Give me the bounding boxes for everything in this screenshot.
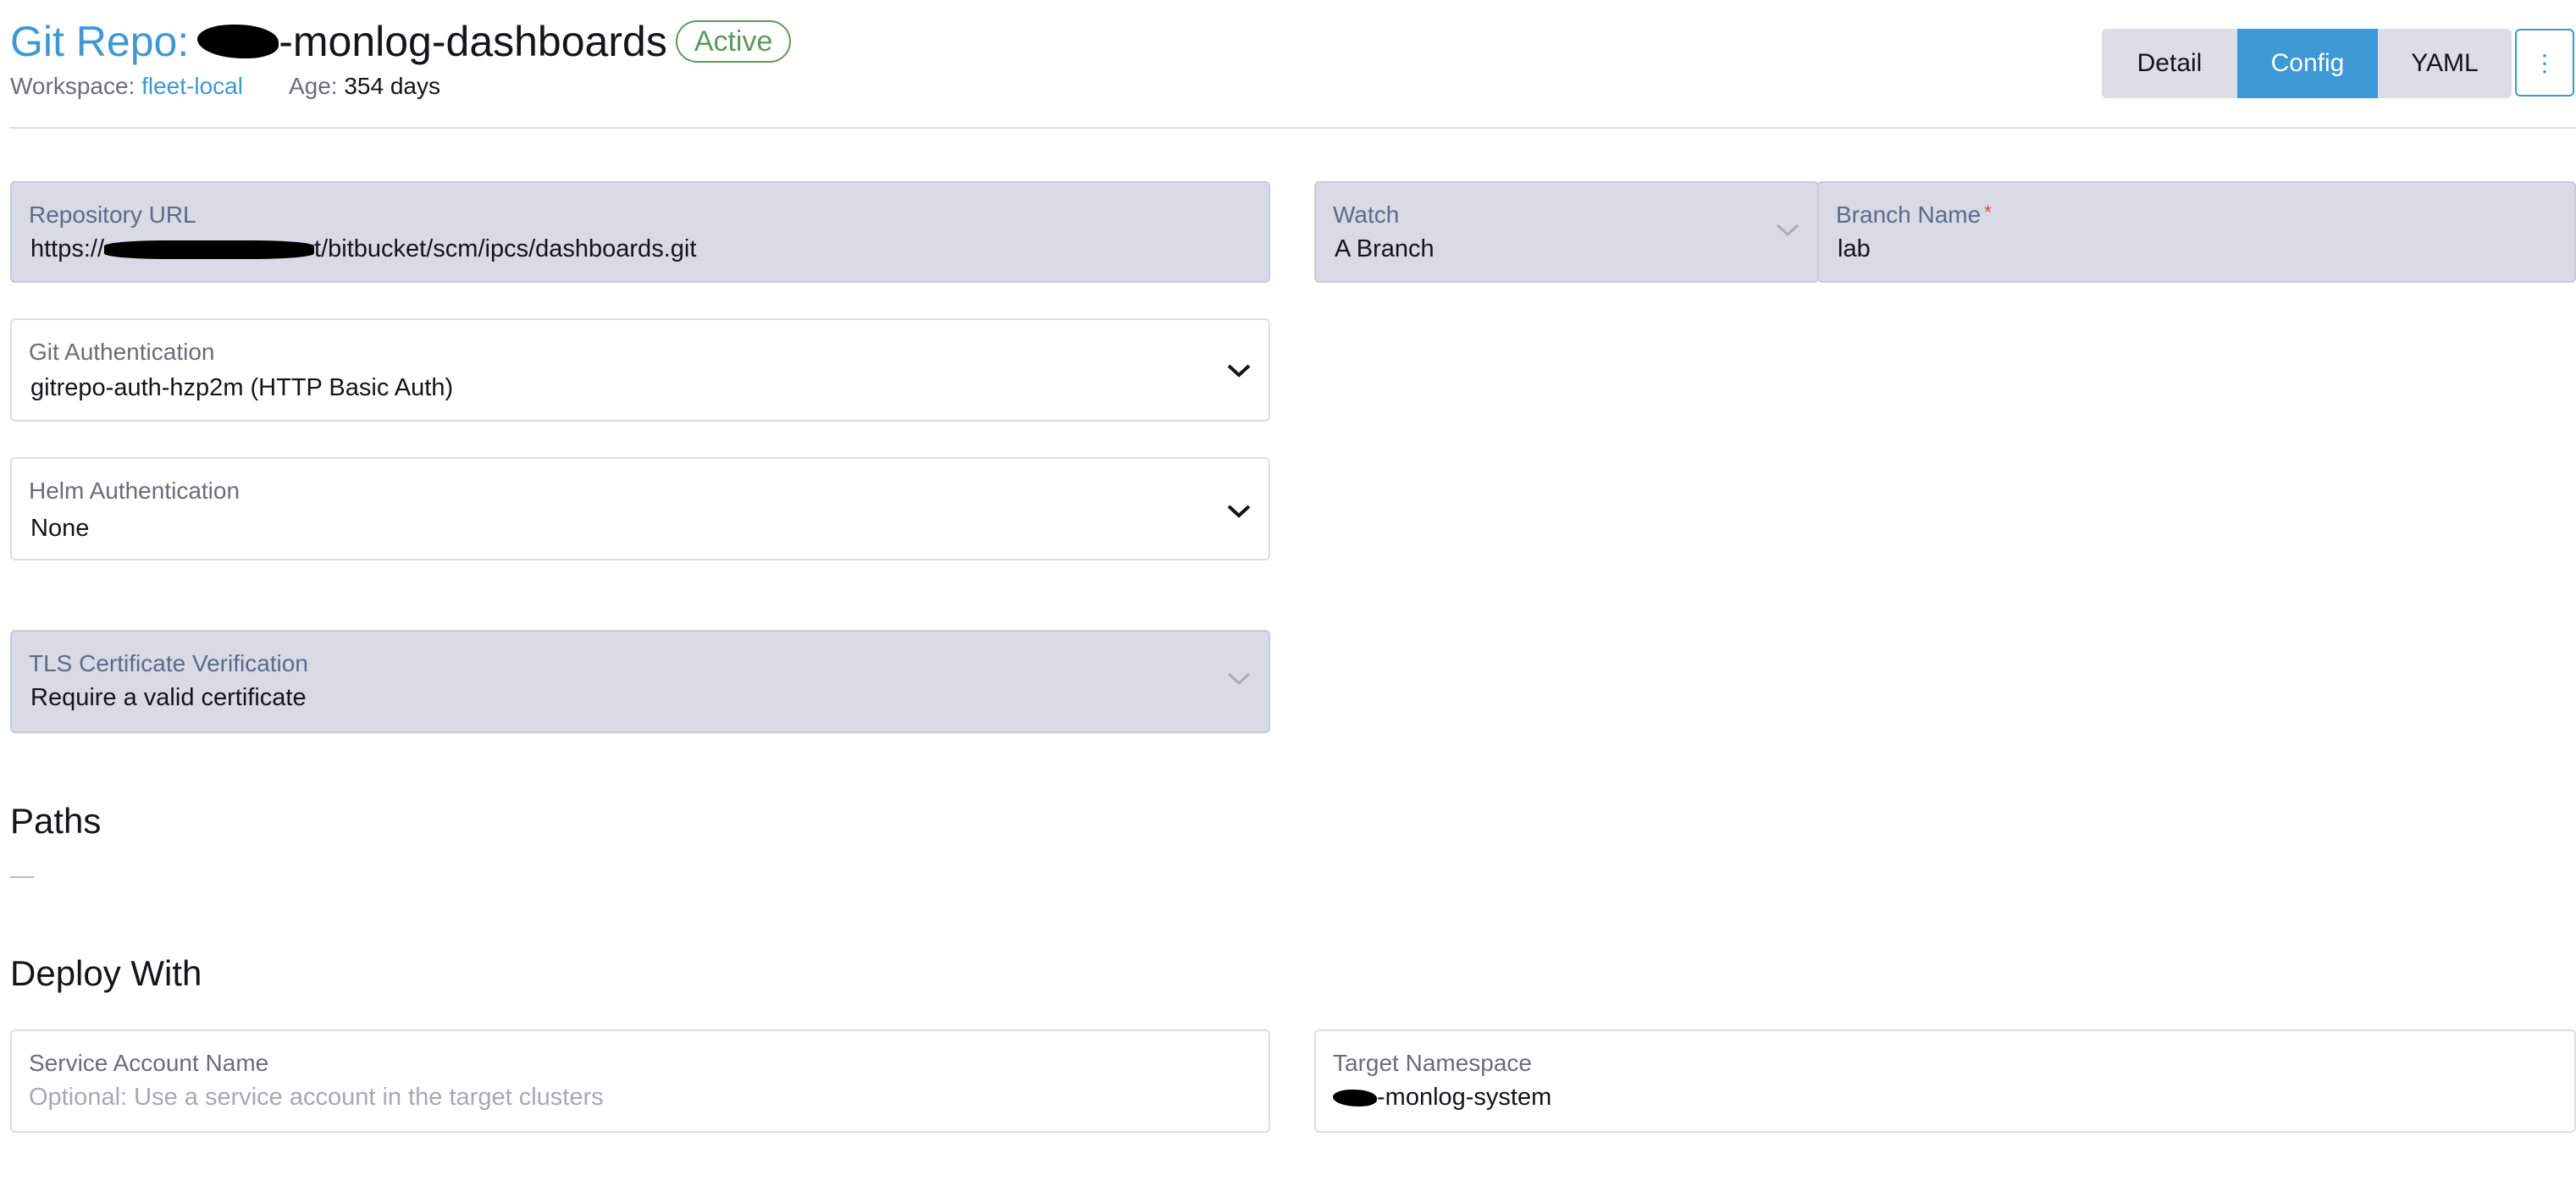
tls-verification-select[interactable]: TLS Certificate Verification Require a v…	[10, 630, 1270, 733]
chevron-down-icon	[1227, 672, 1251, 686]
helm-authentication-value: None	[30, 515, 90, 542]
helm-authentication-select[interactable]: Helm Authentication None	[10, 457, 1270, 560]
tls-verification-label: TLS Certificate Verification	[29, 650, 308, 676]
page-title: Git Repo: -monlog-dashboards Active	[10, 12, 792, 71]
more-actions-button[interactable]: ⋮	[2515, 29, 2574, 97]
watch-select[interactable]: Watch A Branch	[1314, 181, 1819, 283]
target-namespace-label: Target Namespace	[1333, 1050, 1533, 1076]
repository-url-value: https://t/bitbucket/scm/ipcs/dashboards.…	[30, 235, 697, 262]
redacted-text	[104, 240, 315, 260]
git-authentication-label: Git Authentication	[29, 339, 215, 365]
status-badge: Active	[675, 20, 792, 63]
required-marker: *	[1984, 201, 1992, 223]
helm-authentication-label: Helm Authentication	[29, 477, 240, 504]
workspace-label: Workspace:	[10, 73, 135, 99]
view-mode-tabs: Detail Config YAML	[2102, 29, 2512, 98]
meta-info: Workspace: fleet-local Age: 354 days	[10, 73, 440, 100]
tab-yaml[interactable]: YAML	[2378, 29, 2512, 98]
repo-name: -monlog-dashboards	[279, 18, 667, 65]
git-authentication-value: gitrepo-auth-hzp2m (HTTP Basic Auth)	[30, 374, 454, 401]
target-namespace-value: -monlog-system	[1333, 1084, 1551, 1112]
watch-label: Watch	[1333, 201, 1400, 228]
age-label: Age:	[288, 73, 338, 99]
title-prefix[interactable]: Git Repo:	[10, 17, 189, 66]
deploy-with-heading: Deploy With	[10, 953, 202, 993]
service-account-label: Service Account Name	[29, 1050, 269, 1076]
tab-config[interactable]: Config	[2237, 29, 2378, 98]
branch-name-label: Branch Name *	[1836, 201, 1992, 228]
age-value: 354 days	[344, 73, 440, 99]
repository-url-field[interactable]: Repository URL https://t/bitbucket/scm/i…	[10, 181, 1270, 283]
target-namespace-field[interactable]: Target Namespace -monlog-system	[1314, 1029, 2576, 1133]
paths-heading: Paths	[10, 801, 102, 841]
branch-name-field[interactable]: Branch Name * lab	[1817, 181, 2576, 283]
header-divider	[10, 127, 2576, 129]
branch-name-value: lab	[1838, 235, 1871, 262]
redacted-text	[197, 25, 279, 58]
chevron-down-icon	[1227, 505, 1251, 518]
service-account-input[interactable]: Optional: Use a service account in the t…	[29, 1084, 604, 1112]
chevron-down-icon	[1227, 364, 1251, 378]
git-authentication-select[interactable]: Git Authentication gitrepo-auth-hzp2m (H…	[10, 318, 1270, 422]
watch-value: A Branch	[1335, 235, 1434, 262]
tab-detail[interactable]: Detail	[2102, 29, 2237, 98]
tls-verification-value: Require a valid certificate	[30, 684, 307, 711]
kebab-menu-icon: ⋮	[2533, 49, 2557, 76]
paths-empty: —	[10, 862, 34, 888]
chevron-down-icon	[1776, 224, 1799, 237]
service-account-field[interactable]: Service Account Name Optional: Use a ser…	[10, 1029, 1270, 1133]
workspace-link[interactable]: fleet-local	[141, 73, 243, 99]
repository-url-label: Repository URL	[29, 201, 196, 228]
redacted-text	[1333, 1090, 1377, 1107]
